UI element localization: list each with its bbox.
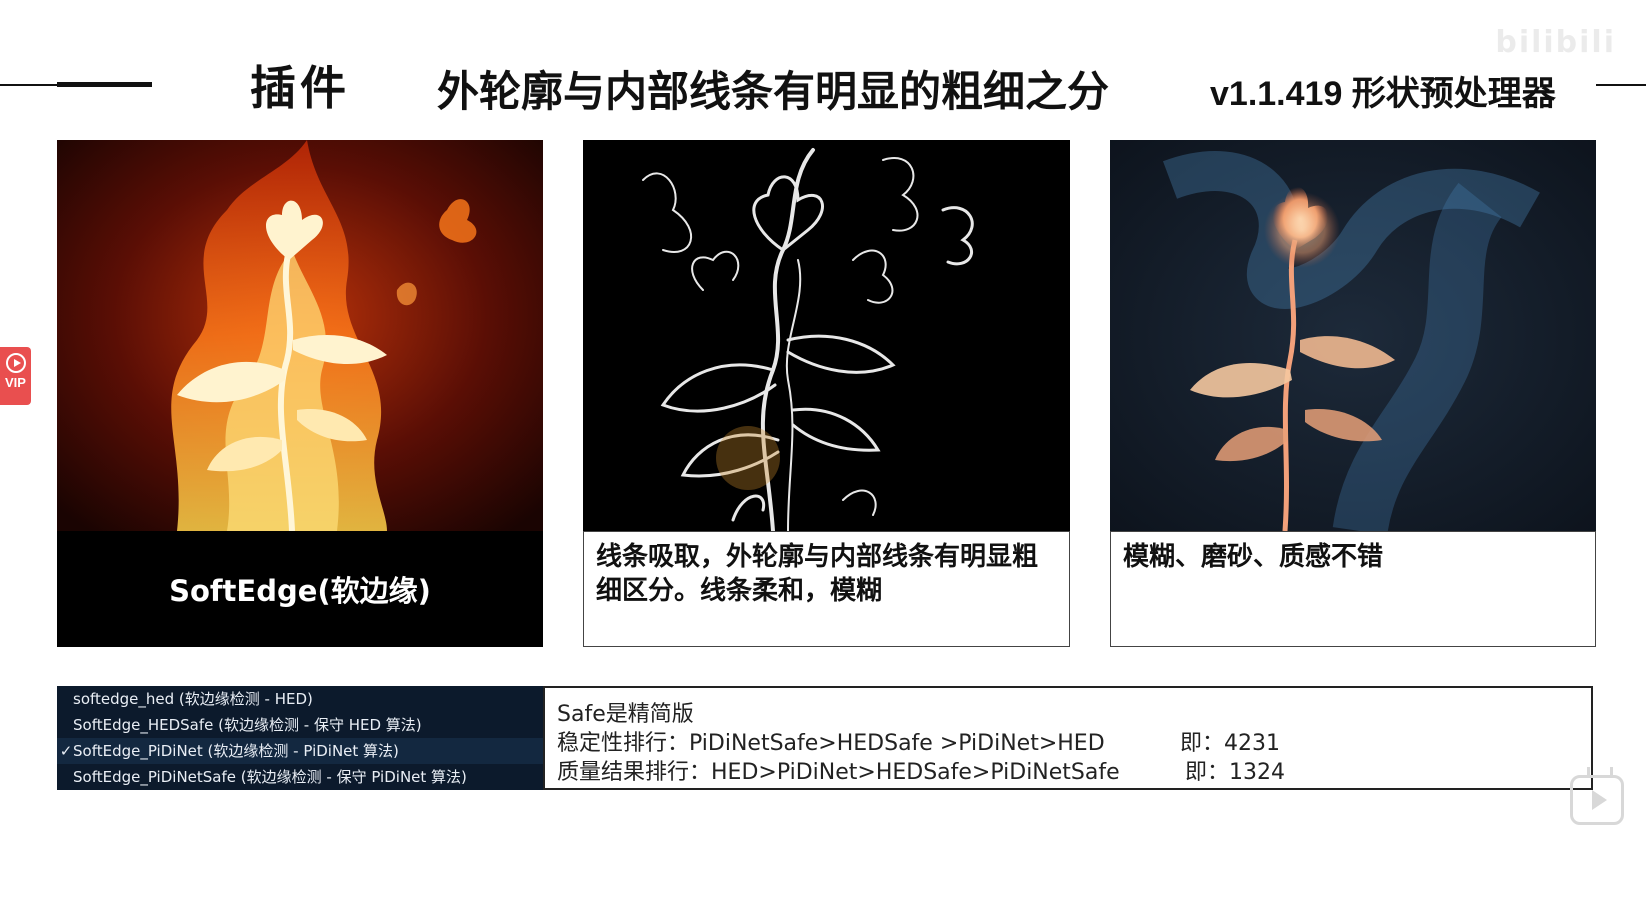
- safe-note: Safe是精简版: [557, 702, 694, 727]
- softedge-line-illustration: [583, 140, 1070, 531]
- smoke-flower-illustration: [1110, 140, 1596, 531]
- panel-1-caption: SoftEdge(软边缘): [57, 531, 543, 647]
- fire-flower-illustration: [57, 140, 543, 531]
- menu-item-label: softedge_hed (软边缘检测 - HED): [73, 690, 313, 708]
- vip-label: VIP: [5, 375, 26, 390]
- smoke-flower-image: [1110, 140, 1596, 531]
- header-rule-right: [1596, 84, 1646, 86]
- header-rule-left: [0, 84, 62, 86]
- plugin-label: 插件: [250, 61, 350, 115]
- bilibili-watermark: bilibili: [1495, 25, 1616, 60]
- panel-3-caption: 模糊、磨砂、质感不错: [1110, 531, 1596, 647]
- menu-item-softedge-pidinet[interactable]: ✓ SoftEdge_PiDiNet (软边缘检测 - PiDiNet 算法): [57, 738, 543, 764]
- ranking-info-box: Safe是精简版 稳定性排行：PiDiNetSafe>HEDSafe >PiDi…: [543, 686, 1593, 790]
- menu-item-label: SoftEdge_PiDiNetSafe (软边缘检测 - 保守 PiDiNet…: [73, 768, 467, 786]
- checkmark-icon: ✓: [59, 742, 73, 760]
- menu-item-softedge-hedsafe[interactable]: SoftEdge_HEDSafe (软边缘检测 - 保守 HED 算法): [57, 712, 543, 738]
- tv-play-icon[interactable]: [1570, 775, 1624, 825]
- panel-2-caption: 线条吸取，外轮廓与内部线条有明显粗细区分。线条柔和，模糊: [583, 531, 1070, 647]
- panel-2-caption-text: 线条吸取，外轮廓与内部线条有明显粗细区分。线条柔和，模糊: [596, 542, 1039, 606]
- softedge-preprocessor-menu[interactable]: softedge_hed (软边缘检测 - HED) SoftEdge_HEDS…: [57, 686, 543, 790]
- softedge-lines-image: [583, 140, 1070, 531]
- version-label: v1.1.419 形状预处理器: [1210, 75, 1556, 113]
- fire-flower-image: [57, 140, 543, 531]
- quality-ranking-code: 即：1324: [1185, 760, 1285, 785]
- menu-item-softedge-hed[interactable]: softedge_hed (软边缘检测 - HED): [57, 686, 543, 712]
- menu-item-label: SoftEdge_PiDiNet (软边缘检测 - PiDiNet 算法): [73, 742, 399, 760]
- header-rule-left-bold: [57, 82, 152, 87]
- stability-ranking-code: 即：4231: [1180, 731, 1280, 756]
- stability-ranking: 稳定性排行：PiDiNetSafe>HEDSafe >PiDiNet>HED: [557, 731, 1105, 756]
- menu-item-label: SoftEdge_HEDSafe (软边缘检测 - 保守 HED 算法): [73, 716, 422, 734]
- vip-badge[interactable]: VIP: [0, 347, 31, 405]
- play-circle-icon: [5, 353, 26, 373]
- quality-ranking: 质量结果排行：HED>PiDiNet>HEDSafe>PiDiNetSafe: [557, 760, 1120, 785]
- menu-item-softedge-pidinetsafe[interactable]: SoftEdge_PiDiNetSafe (软边缘检测 - 保守 PiDiNet…: [57, 764, 543, 790]
- panel-3-caption-text: 模糊、磨砂、质感不错: [1123, 542, 1384, 572]
- page-title: 外轮廓与内部线条有明显的粗细之分: [437, 67, 1110, 116]
- panel-1-caption-text: SoftEdge(软边缘): [169, 574, 431, 608]
